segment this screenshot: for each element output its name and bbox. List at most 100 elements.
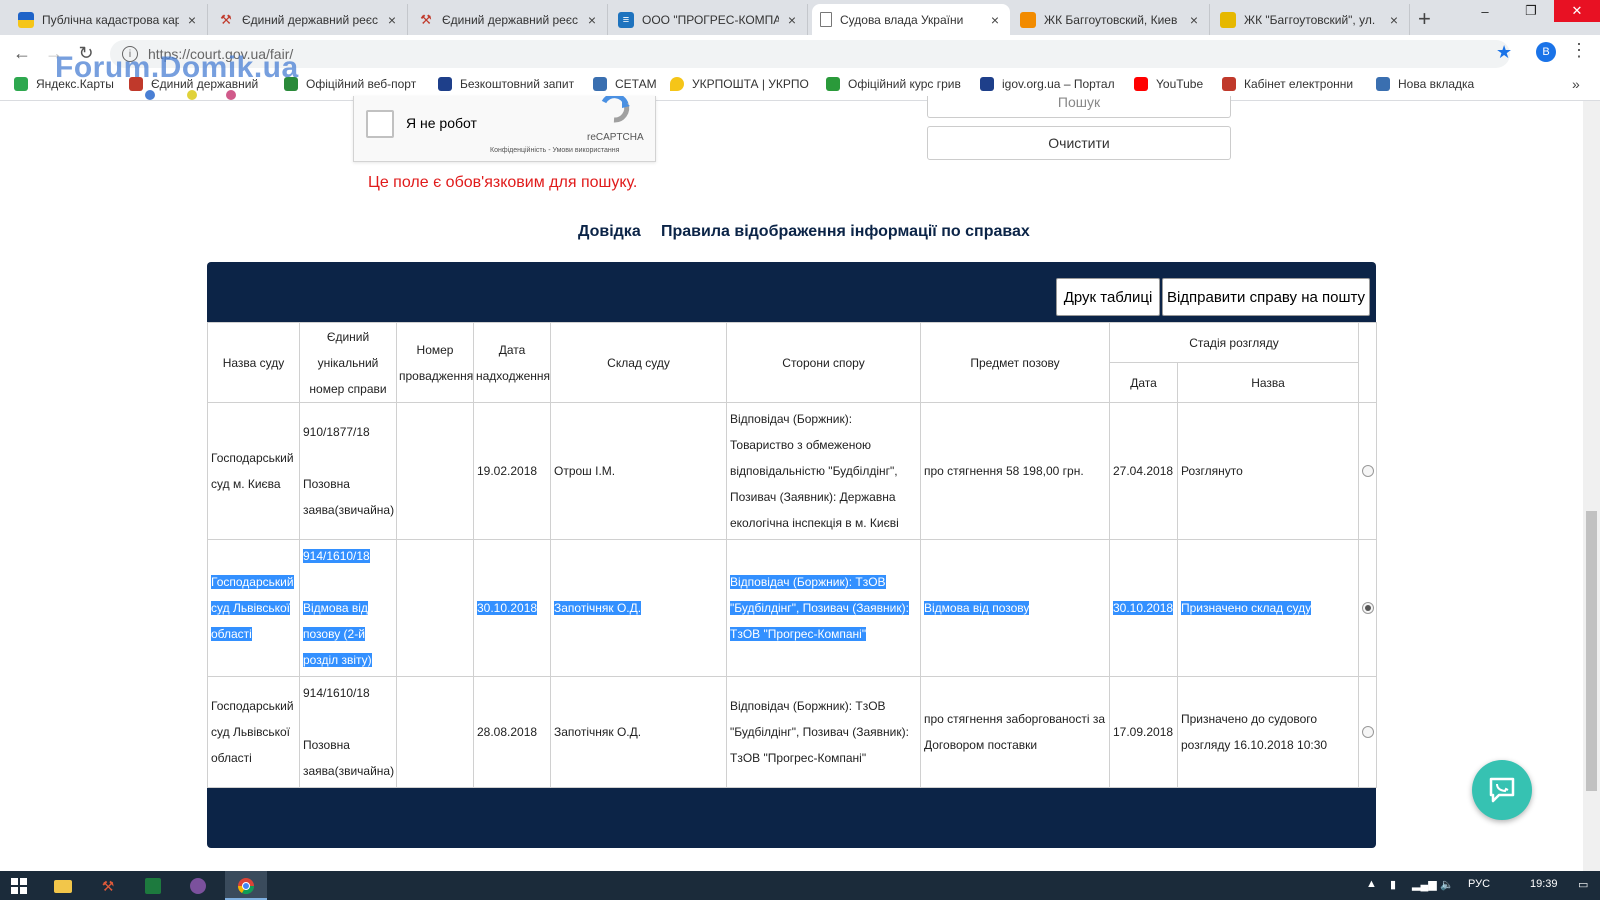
case-type: Позовна заява(звичайна) [303, 738, 395, 778]
close-icon[interactable]: × [988, 12, 1002, 28]
row-radio[interactable] [1362, 465, 1374, 477]
tab-progres-company[interactable]: ≡ ООО "ПРОГРЕС-КОМПАН × [610, 4, 808, 35]
cell-select [1358, 539, 1377, 677]
row-radio-selected[interactable] [1362, 602, 1374, 614]
cases-table: Назва суду Єдиний унікальний номер справ… [207, 322, 1377, 788]
url-field[interactable]: i https://court.gov.ua/fair/ [110, 40, 1510, 68]
clock[interactable]: 19:39 [1530, 878, 1558, 890]
spreadsheet-icon[interactable] [142, 875, 164, 897]
table-row[interactable]: Господарський суд Львівської області 914… [207, 539, 1377, 677]
bookmark-ukrposhta[interactable]: УКРПОШТА | УКРПО [670, 77, 809, 91]
cabinet-icon [1222, 77, 1236, 91]
cell-court: Господарський суд Львівської області [207, 676, 300, 788]
clear-button[interactable]: Очистити [927, 126, 1231, 160]
browser-menu-icon[interactable]: ⋮ [1570, 40, 1588, 61]
gavel-app-icon[interactable]: ⚒ [97, 875, 119, 897]
tab-zhk-bagoutovsky-1[interactable]: ЖК Баггоутовский, Киев × [1012, 4, 1210, 35]
search-button[interactable]: Пошук [927, 95, 1231, 118]
close-icon[interactable]: × [1387, 12, 1401, 28]
tray-chevron-up-icon[interactable]: ▲ [1366, 878, 1377, 890]
cell-proceeding-number [396, 676, 474, 788]
cell-case-number: 914/1610/18 Позовна заява(звичайна) [299, 676, 397, 788]
gavel-icon: ⚒ [220, 11, 232, 27]
windows-start-icon[interactable] [8, 875, 30, 897]
cell-case-number: 910/1877/18 Позовна заява(звичайна) [299, 402, 397, 540]
tab-strip: Публічна кадастрова кар × ⚒ Єдиний держа… [0, 0, 1600, 35]
minimize-button[interactable]: – [1462, 0, 1508, 22]
cell-stage-name: Призначено до судового розгляду 16.10.20… [1177, 676, 1359, 788]
email-case-button[interactable]: Відправити справу на пошту [1162, 278, 1370, 316]
case-type: Відмова від позову (2-й розділ звіту) [303, 601, 372, 667]
viber-icon[interactable] [187, 875, 209, 897]
back-icon[interactable]: ← [10, 41, 34, 65]
close-icon[interactable]: × [1187, 12, 1201, 28]
case-number: 910/1877/18 [303, 425, 370, 439]
window-close-button[interactable]: ✕ [1554, 0, 1600, 22]
tab-cadastral-map[interactable]: Публічна кадастрова кар × [10, 4, 208, 35]
bookmark-official-portal[interactable]: Офіційний веб-порт [284, 77, 416, 91]
bookmark-e-cabinet[interactable]: Кабінет електронни [1222, 77, 1353, 91]
notifications-icon[interactable]: ▭ [1578, 878, 1588, 891]
cell-judges: Запотічняк О.Д. [550, 676, 727, 788]
maximize-button[interactable]: ❐ [1508, 0, 1554, 22]
cell-stage-date: 27.04.2018 [1109, 402, 1178, 540]
file-explorer-icon[interactable] [52, 875, 74, 897]
help-link[interactable]: Довідка [578, 223, 641, 241]
display-rules-link[interactable]: Правила відображення інформації по справ… [661, 223, 1030, 241]
scroll-thumb[interactable] [1586, 511, 1597, 791]
tab-judiciary-ukraine[interactable]: Судова влада України × [812, 4, 1010, 35]
phone-chat-icon [1489, 777, 1515, 803]
cell-subject: про стягнення 58 198,00 грн. [920, 402, 1110, 540]
bookmark-igov[interactable]: igov.org.ua – Портал [980, 77, 1115, 91]
header-date-received: Дата надходження [473, 322, 551, 403]
cell-proceeding-number [396, 402, 474, 540]
company-icon: ≡ [618, 11, 634, 28]
page-scrollbar[interactable] [1583, 101, 1600, 871]
close-icon[interactable]: × [585, 12, 599, 28]
print-table-button[interactable]: Друк таблиці [1056, 278, 1160, 316]
cell-stage-name: Розглянуто [1177, 402, 1359, 540]
cell-stage-name: Призначено склад суду [1177, 539, 1359, 677]
volume-icon[interactable]: 🔈 [1440, 878, 1454, 891]
language-indicator[interactable]: РУС [1468, 878, 1490, 890]
cell-date-received: 28.08.2018 [473, 676, 551, 788]
close-icon[interactable]: × [785, 12, 799, 28]
bookmark-star-icon[interactable]: ★ [1496, 42, 1512, 63]
bookmark-setam[interactable]: СЕТАМ [593, 77, 657, 91]
recaptcha-legal[interactable]: Конфіденційність - Умови використання [490, 147, 619, 154]
captcha-checkbox[interactable] [366, 110, 394, 138]
cell-judges: Запотічняк О.Д. [550, 539, 727, 677]
document-icon [593, 77, 607, 91]
chrome-icon[interactable] [235, 875, 257, 897]
cell-stage-date: 30.10.2018 [1109, 539, 1178, 677]
profile-avatar[interactable]: B [1536, 42, 1556, 62]
cell-date-received: 30.10.2018 [473, 539, 551, 677]
bookmark-new-tab[interactable]: Нова вкладка [1376, 77, 1474, 91]
feather-icon [826, 77, 840, 91]
new-tab-button[interactable]: + [1418, 6, 1431, 32]
table-row[interactable]: Господарський суд Львівської області 914… [207, 676, 1377, 788]
new-tab-icon [1376, 77, 1390, 91]
battery-icon[interactable]: ▮ [1390, 878, 1396, 891]
header-select [1358, 322, 1377, 403]
signal-icon[interactable]: ▂▄▆ [1412, 878, 1437, 891]
bookmark-free-request[interactable]: Безкоштовний запит [438, 77, 574, 91]
tab-zhk-bagoutovsky-2[interactable]: ЖК "Баггоутовский", ул. × [1212, 4, 1410, 35]
tab-state-registry-2[interactable]: ⚒ Єдиний державний реєс × [410, 4, 608, 35]
header-judges: Склад суду [550, 322, 727, 403]
chat-button[interactable] [1472, 760, 1532, 820]
case-number: 914/1610/18 [303, 686, 370, 700]
bookmark-youtube[interactable]: YouTube [1134, 77, 1203, 91]
chevron-right-icon[interactable]: » [1572, 76, 1580, 92]
cell-date-received: 19.02.2018 [473, 402, 551, 540]
row-radio[interactable] [1362, 726, 1374, 738]
cell-court: Господарський суд Львівської області [207, 539, 300, 677]
case-number: 914/1610/18 [303, 549, 370, 563]
location-pin-icon [670, 77, 684, 91]
cell-court: Господарський суд м. Києва [207, 402, 300, 540]
close-icon[interactable]: × [385, 12, 399, 28]
table-row[interactable]: Господарський суд м. Києва 910/1877/18 П… [207, 402, 1377, 540]
bookmark-exchange-rate[interactable]: Офіційний курс грив [826, 77, 961, 91]
tab-state-registry-1[interactable]: ⚒ Єдиний державний реєс × [210, 4, 408, 35]
close-icon[interactable]: × [185, 12, 199, 28]
